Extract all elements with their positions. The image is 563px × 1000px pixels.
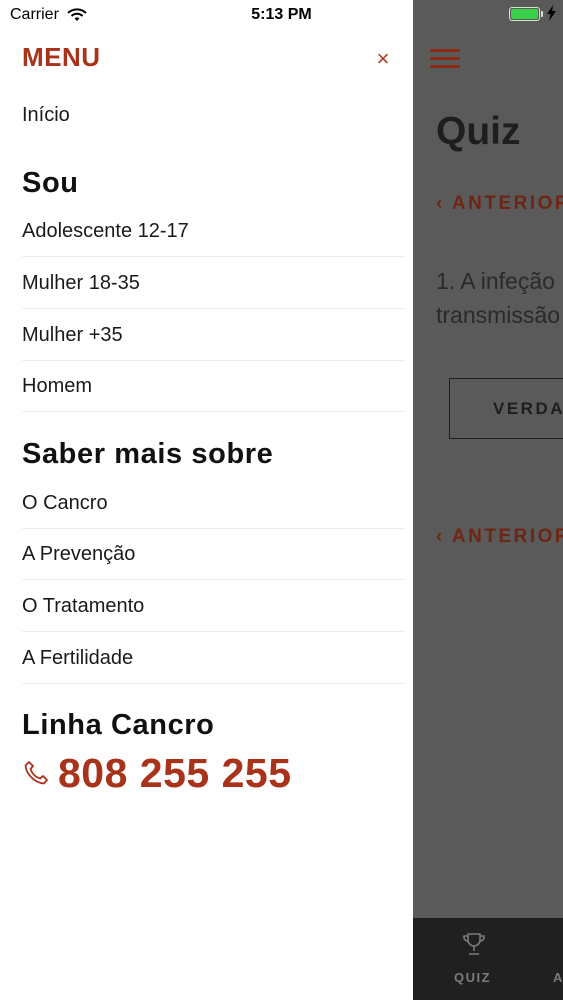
battery-icon [509,7,540,21]
menu-item-fertilidade[interactable]: A Fertilidade [22,632,405,684]
phone-icon [24,761,48,785]
chevron-left-icon: ‹ [436,193,452,214]
answer-true-button[interactable]: VERDADEIRO [449,378,563,439]
menu-title: MENU [22,42,101,72]
trophy-icon [463,933,485,955]
tab-quiz[interactable]: QUIZ [454,970,491,985]
status-time: 5:13 PM [251,6,312,23]
previous-link-top[interactable]: ‹ ANTERIOR [436,193,563,215]
tab-bar: QUIZ A [413,918,563,1000]
hamburger-menu-icon[interactable] [430,49,460,69]
menu-item-homem[interactable]: Homem [22,360,405,412]
question-text: 1. A infeção transmissão [436,268,560,328]
tab-second[interactable]: A [553,970,563,985]
quiz-page-title: Quiz [436,110,521,153]
menu-item-mulher-18-35[interactable]: Mulher 18-35 [22,257,405,309]
menu-item-tratamento[interactable]: O Tratamento [22,580,405,632]
section-title-saber: Saber mais sobre [22,438,274,470]
menu-item-inicio[interactable]: Início [22,89,405,141]
side-menu-drawer: MENU × Início Sou Adolescente 12-17 Mulh… [0,0,413,1000]
menu-item-prevencao[interactable]: A Prevenção [22,528,405,580]
hotline-phone-link[interactable]: 808 255 255 [22,748,292,798]
hotline-number: 808 255 255 [58,749,292,796]
charging-bolt-icon [547,5,556,21]
menu-item-cancro[interactable]: O Cancro [22,477,405,529]
menu-item-adolescente[interactable]: Adolescente 12-17 [22,205,405,257]
close-icon[interactable]: × [370,46,396,72]
section-title-sou: Sou [22,167,79,199]
previous-link-bottom[interactable]: ‹ ANTERIOR [436,526,563,548]
menu-item-mulher-35[interactable]: Mulher +35 [22,309,405,361]
section-title-linha-cancro: Linha Cancro [22,709,215,741]
chevron-left-icon: ‹ [436,526,452,547]
